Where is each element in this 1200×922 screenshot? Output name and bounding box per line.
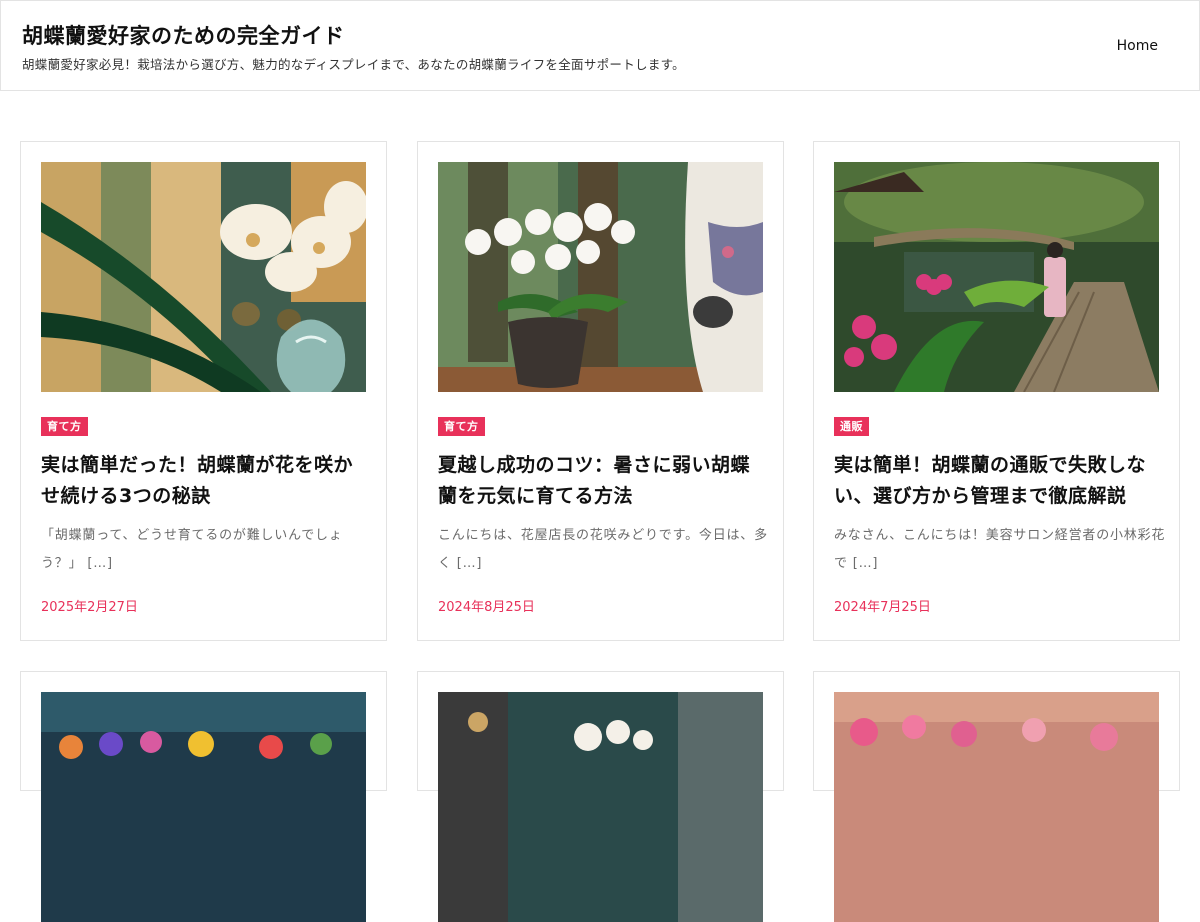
post-date: 2024年7月25日: [834, 600, 931, 615]
post-date: 2025年2月27日: [41, 600, 138, 615]
site-title[interactable]: 胡蝶蘭愛好家のための完全ガイド: [22, 20, 345, 50]
post-title[interactable]: 実は簡単！胡蝶蘭の通販で失敗しない、選び方から管理まで徹底解説: [834, 450, 1164, 512]
post-card[interactable]: [813, 671, 1180, 922]
post-thumbnail[interactable]: [438, 692, 763, 922]
site-header: 胡蝶蘭愛好家のための完全ガイド 胡蝶蘭愛好家必見！栽培法から選び方、魅力的なディ…: [0, 0, 1200, 91]
category-badge[interactable]: 育て方: [438, 417, 485, 436]
post-card[interactable]: 通販 実は簡単！胡蝶蘭の通販で失敗しない、選び方から管理まで徹底解説 みなさん、…: [813, 141, 1180, 641]
post-card[interactable]: [417, 671, 784, 922]
post-thumbnail[interactable]: [834, 692, 1159, 922]
japanese-garden-image: [834, 162, 1159, 392]
colorful-orchids-image: [41, 692, 366, 922]
category-badge[interactable]: 通販: [834, 417, 869, 436]
post-card[interactable]: 育て方 夏越し成功のコツ：暑さに弱い胡蝶蘭を元気に育てる方法 こんにちは、花屋店…: [417, 141, 784, 641]
post-excerpt: 「胡蝶蘭って、どうせ育てるのが難しいんでしょう？」 […]: [41, 528, 343, 571]
nav-home-link[interactable]: Home: [1117, 38, 1158, 54]
post-date: 2024年8月25日: [438, 600, 535, 615]
white-orchids-image: [438, 692, 763, 922]
post-thumbnail[interactable]: [41, 162, 366, 392]
post-thumbnail[interactable]: [438, 162, 763, 392]
post-thumbnail[interactable]: [41, 692, 366, 922]
post-excerpt: こんにちは、花屋店長の花咲みどりです。今日は、多く […]: [438, 528, 768, 571]
post-card[interactable]: 育て方 実は簡単だった！胡蝶蘭が花を咲かせ続ける3つの秘訣 「胡蝶蘭って、どうせ…: [20, 141, 387, 641]
post-card[interactable]: [20, 671, 387, 922]
orchid-vase-image: [41, 162, 366, 392]
category-badge[interactable]: 育て方: [41, 417, 88, 436]
post-title[interactable]: 実は簡単だった！胡蝶蘭が花を咲かせ続ける3つの秘訣: [41, 450, 371, 512]
post-excerpt: みなさん、こんにちは！美容サロン経営者の小林彩花で […]: [834, 528, 1166, 571]
pink-orchids-image: [834, 692, 1159, 922]
post-thumbnail[interactable]: [834, 162, 1159, 392]
post-title[interactable]: 夏越し成功のコツ：暑さに弱い胡蝶蘭を元気に育てる方法: [438, 450, 768, 512]
site-description: 胡蝶蘭愛好家必見！栽培法から選び方、魅力的なディスプレイまで、あなたの胡蝶蘭ライ…: [22, 57, 685, 72]
potted-orchid-image: [438, 162, 763, 392]
